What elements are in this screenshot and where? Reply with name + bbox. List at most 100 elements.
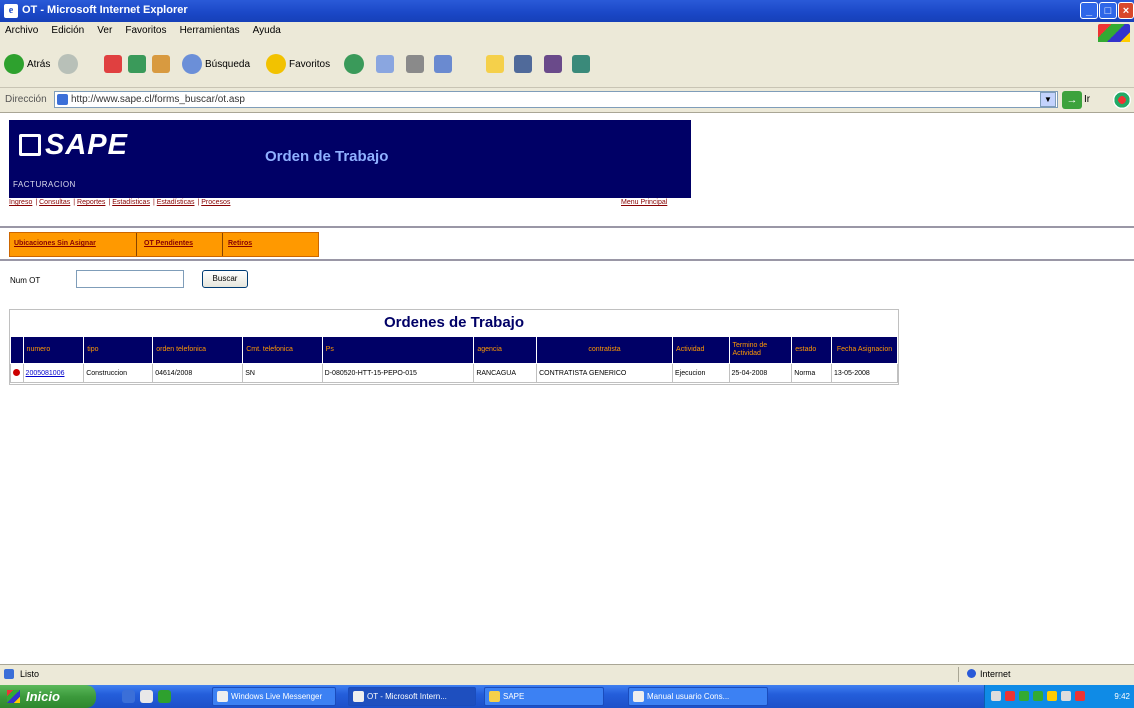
back-button[interactable]: Atrás <box>4 52 50 76</box>
nav-link-ingreso[interactable]: Ingreso <box>9 199 32 206</box>
history-button[interactable] <box>344 52 367 76</box>
main-menu-link[interactable]: Menu Principal <box>621 199 667 206</box>
orders-table: numero tipo orden telefonica Cmt. telefo… <box>10 336 898 383</box>
refresh-icon <box>128 55 146 73</box>
close-button[interactable]: × <box>1118 2 1134 19</box>
tab-retiros[interactable]: Retiros <box>228 240 252 247</box>
nav-link-procesos[interactable]: Procesos <box>201 199 230 206</box>
edit-button[interactable] <box>434 52 452 76</box>
divider <box>0 226 1134 228</box>
taskbar-button-manual[interactable]: Manual usuario Cons... <box>628 687 768 706</box>
menu-ayuda[interactable]: Ayuda <box>248 22 286 39</box>
status-cell <box>10 363 24 383</box>
print-icon <box>406 55 424 73</box>
tray-icon[interactable] <box>1019 691 1029 701</box>
col-cmt-telefonica: Cmt. telefonica <box>242 336 323 364</box>
tools-icon <box>572 55 590 73</box>
folder-icon <box>486 55 504 73</box>
folder-button[interactable] <box>486 52 504 76</box>
num-ot-label: Num OT <box>10 276 41 285</box>
tab-bar: Ubicaciones Sin Asignar OT Pendientes Re… <box>9 232 319 257</box>
cell-fecha-asignacion: 13-05-2008 <box>831 363 898 383</box>
edit-icon <box>434 55 452 73</box>
orders-title: Ordenes de Trabajo <box>383 314 525 331</box>
page-title: Orden de Trabajo <box>265 148 389 165</box>
forward-button[interactable] <box>58 52 81 76</box>
nav-link-reportes[interactable]: Reportes <box>77 199 105 206</box>
links-icon[interactable] <box>1113 91 1131 109</box>
col-agencia: agencia <box>473 336 538 364</box>
page-icon <box>57 94 68 105</box>
status-dot-icon <box>13 368 20 376</box>
refresh-button[interactable] <box>128 52 146 76</box>
nav-link-consultas[interactable]: Consultas <box>39 199 70 206</box>
menu-favoritos[interactable]: Favoritos <box>120 22 171 39</box>
taskbar-button-sape[interactable]: SAPE <box>484 687 604 706</box>
maximize-button[interactable]: □ <box>1099 2 1117 19</box>
tray-icon[interactable] <box>1047 691 1057 701</box>
tray-icon[interactable] <box>1075 691 1085 701</box>
nav-link-estadisticas[interactable]: Estadísticas <box>112 199 150 206</box>
research-button[interactable] <box>544 52 562 76</box>
go-label[interactable]: Ir <box>1084 94 1090 105</box>
back-label: Atrás <box>27 58 51 70</box>
tab-ot-pendientes[interactable]: OT Pendientes <box>144 240 193 247</box>
nav-links: Ingreso | Consultas | Reportes | Estadístic… <box>9 199 668 206</box>
stop-icon <box>104 55 122 73</box>
buscar-button[interactable]: Buscar <box>202 270 248 288</box>
orders-panel: Ordenes de Trabajo numero tipo orden tel… <box>9 309 899 385</box>
cell-termino-actividad: 25-04-2008 <box>728 363 793 383</box>
tray-icon[interactable] <box>1061 691 1071 701</box>
status-bar: Listo Internet <box>0 664 1134 685</box>
sape-logo: SAPE <box>19 129 128 162</box>
taskbar-button-ot[interactable]: OT - Microsoft Intern... <box>348 687 476 706</box>
desktop-quicklaunch-icon[interactable] <box>140 690 153 703</box>
favorites-label: Favoritos <box>289 58 331 70</box>
tray-icon[interactable] <box>1005 691 1015 701</box>
menu-bar: Archivo Edición Ver Favoritos Herramient… <box>0 22 1134 46</box>
address-dropdown-icon[interactable]: ▼ <box>1040 92 1056 107</box>
address-bar: Dirección http://www.sape.cl/forms_busca… <box>0 88 1134 113</box>
ie-icon: e <box>4 4 18 18</box>
address-url: http://www.sape.cl/forms_buscar/ot.asp <box>71 94 245 105</box>
menu-edicion[interactable]: Edición <box>46 22 89 39</box>
tab-ubicaciones-sin-asignar[interactable]: Ubicaciones Sin Asignar <box>14 240 96 247</box>
search-icon <box>182 54 202 74</box>
home-button[interactable] <box>152 52 170 76</box>
tools-button[interactable] <box>572 52 590 76</box>
menu-ver[interactable]: Ver <box>92 22 117 39</box>
start-button[interactable]: Inicio <box>0 685 96 708</box>
tray-icon[interactable] <box>1033 691 1043 701</box>
stop-button[interactable] <box>104 52 122 76</box>
num-ot-input[interactable] <box>76 270 184 288</box>
cell-cmt-telefonica: SN <box>242 363 323 383</box>
nav-link-estadisticas-2[interactable]: Estadísticas <box>157 199 195 206</box>
messenger-quicklaunch-icon[interactable] <box>158 690 171 703</box>
col-orden-telefonica: orden telefonica <box>152 336 244 364</box>
ie-quicklaunch-icon[interactable] <box>122 690 135 703</box>
col-actividad: Actividad <box>672 336 730 364</box>
search-button[interactable]: Búsqueda <box>182 52 250 76</box>
tray-icon[interactable] <box>991 691 1001 701</box>
mail-icon <box>376 55 394 73</box>
col-status <box>10 336 24 364</box>
search-label: Búsqueda <box>205 58 251 70</box>
go-button[interactable]: → <box>1062 91 1082 109</box>
address-input[interactable]: http://www.sape.cl/forms_buscar/ot.asp <box>54 91 1058 108</box>
ie-icon <box>353 691 364 702</box>
order-number-link[interactable]: 2005081006 <box>22 363 85 383</box>
mail-button[interactable] <box>376 52 394 76</box>
messenger-icon <box>514 55 532 73</box>
menu-herramientas[interactable]: Herramientas <box>175 22 245 39</box>
cell-ps: D-080520-HTT-15-PEPO-015 <box>321 363 475 383</box>
home-icon <box>152 55 170 73</box>
messenger-button[interactable] <box>514 52 532 76</box>
site-header: SAPE FACTURACION Orden de Trabajo <box>9 120 691 198</box>
page-content: SAPE FACTURACION Orden de Trabajo Ingres… <box>0 113 1134 663</box>
clock[interactable]: 9:42 <box>1114 685 1130 708</box>
minimize-button[interactable]: _ <box>1080 2 1098 19</box>
favorites-button[interactable]: Favoritos <box>266 52 330 76</box>
menu-archivo[interactable]: Archivo <box>0 22 43 39</box>
taskbar-button-messenger[interactable]: Windows Live Messenger <box>212 687 336 706</box>
print-button[interactable] <box>406 52 424 76</box>
